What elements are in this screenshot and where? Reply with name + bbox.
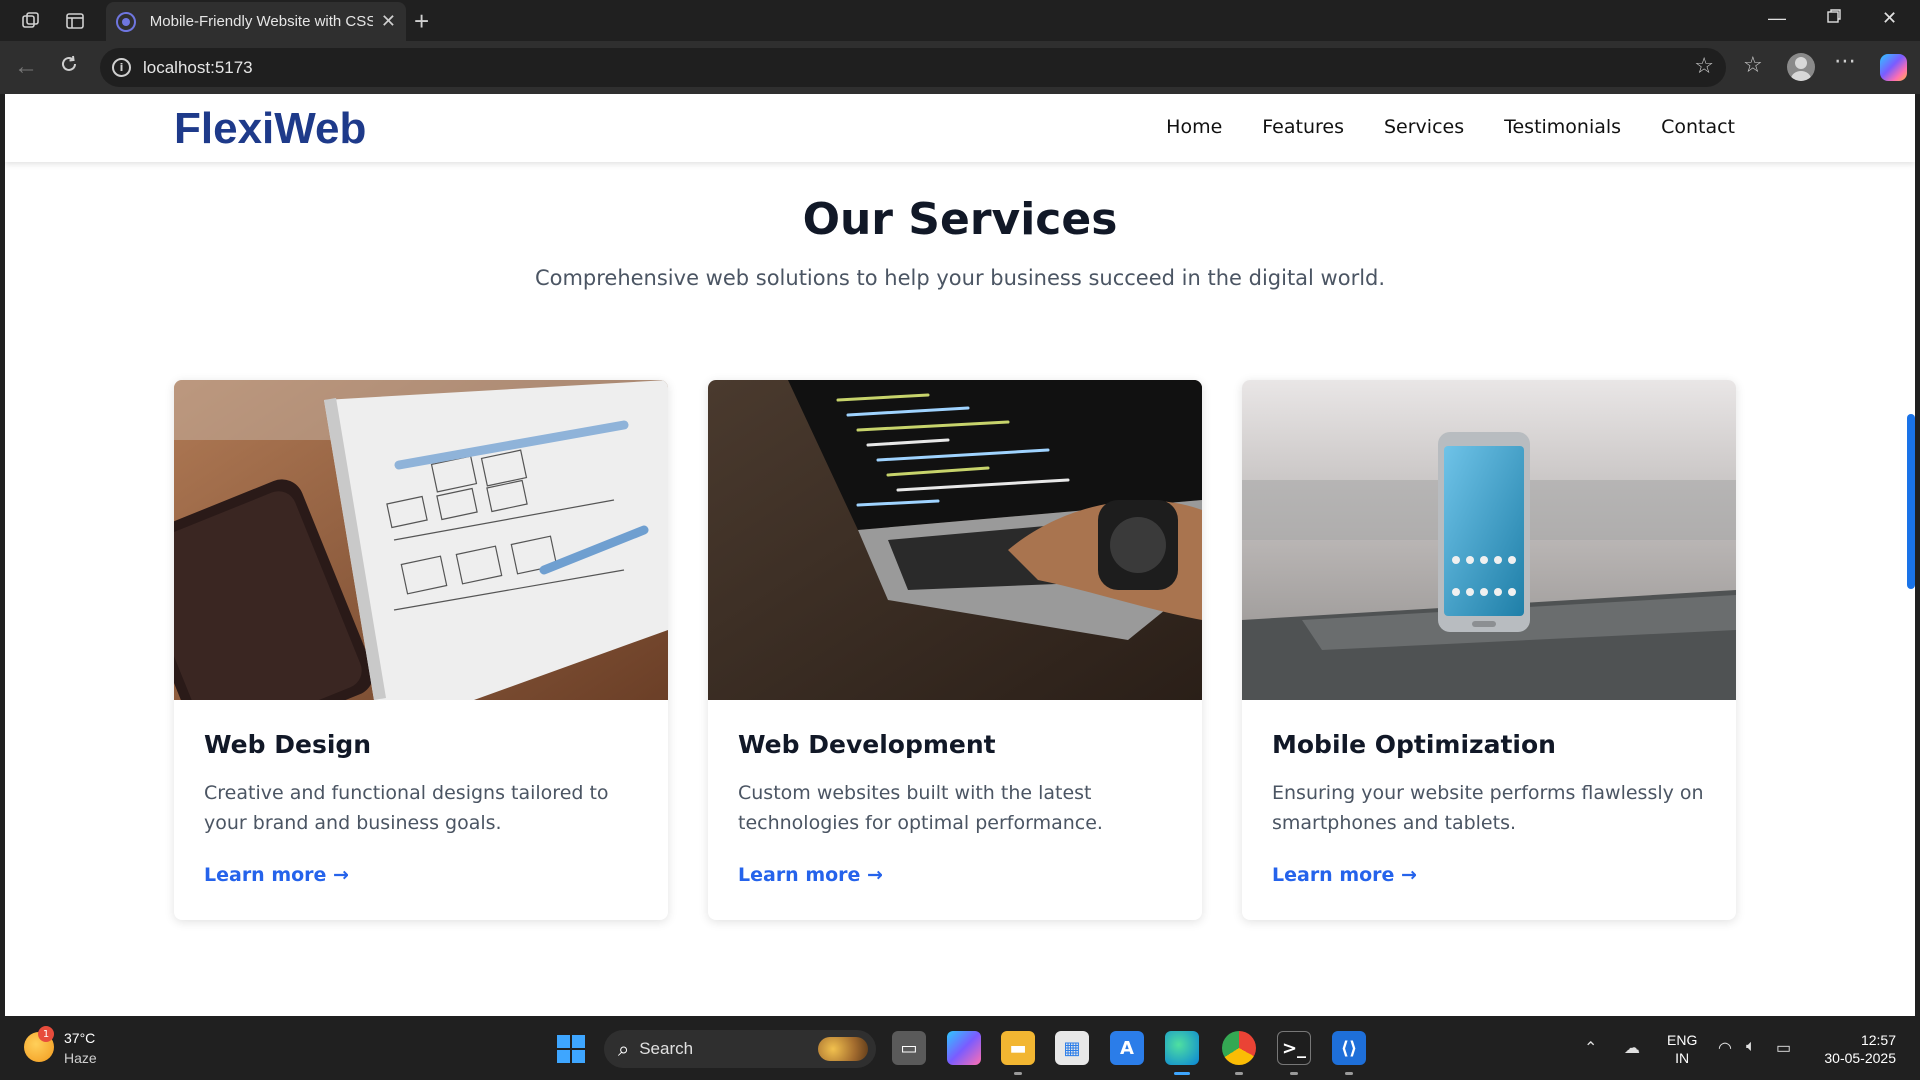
- azure-data-studio-icon[interactable]: A: [1110, 1031, 1144, 1065]
- learn-more-link[interactable]: Learn more →: [1272, 864, 1417, 886]
- nav-contact[interactable]: Contact: [1661, 116, 1735, 138]
- minimize-icon[interactable]: —: [1768, 8, 1786, 29]
- vscode-running-indicator: [1345, 1072, 1353, 1075]
- language-code: ENG: [1667, 1032, 1698, 1048]
- taskbar-search[interactable]: ⌕ Search: [604, 1030, 876, 1068]
- card-title: Web Design: [204, 730, 372, 759]
- battery-icon[interactable]: ▭: [1776, 1038, 1791, 1058]
- clock-time: 12:57: [1860, 1032, 1896, 1048]
- terminal-icon[interactable]: >_: [1277, 1031, 1311, 1065]
- new-tab-icon[interactable]: +: [414, 6, 429, 37]
- page-viewport: FlexiWeb Home Features Services Testimon…: [5, 94, 1915, 1016]
- file-explorer-icon[interactable]: ▬: [1001, 1031, 1035, 1065]
- tab-title: Mobile-Friendly Website with CSS: [149, 13, 373, 30]
- clock-date: 30-05-2025: [1824, 1050, 1896, 1066]
- laptop-coding-photo: [708, 380, 1202, 700]
- browser-tab-active[interactable]: Mobile-Friendly Website with CSS ✕: [106, 2, 406, 41]
- terminal-running-indicator: [1290, 1072, 1298, 1075]
- volume-icon[interactable]: 🔈︎: [1746, 1038, 1756, 1056]
- section-title: Our Services: [802, 194, 1118, 245]
- site-header: FlexiWeb Home Features Services Testimon…: [5, 94, 1915, 162]
- restore-icon[interactable]: [1826, 8, 1842, 29]
- card-description: Custom websites built with the latest te…: [738, 782, 1103, 834]
- language-indicator[interactable]: ENG IN: [1667, 1031, 1697, 1067]
- chrome-running-indicator: [1235, 1072, 1243, 1075]
- onedrive-icon[interactable]: ☁: [1624, 1038, 1640, 1058]
- more-options-icon[interactable]: ⋯: [1834, 49, 1856, 74]
- favorite-star-icon[interactable]: ☆: [1694, 54, 1714, 79]
- windows-taskbar: 1 37°C Haze ⌕ Search ▭ ▬ ▦ A >_ ⟨⟩ ⌃ ☁ E…: [0, 1016, 1920, 1080]
- file-explorer-running-indicator: [1014, 1072, 1022, 1075]
- learn-more-link[interactable]: Learn more →: [204, 864, 349, 886]
- site-info-icon[interactable]: i: [112, 58, 131, 77]
- page-scrollbar[interactable]: [1907, 414, 1915, 589]
- microsoft-store-icon[interactable]: ▦: [1055, 1031, 1089, 1065]
- vscode-icon[interactable]: ⟨⟩: [1332, 1031, 1366, 1065]
- browser-titlebar: Mobile-Friendly Website with CSS ✕ + — ✕: [0, 0, 1920, 41]
- browser-toolbar: ← i localhost:5173 ☆ ☆ ⋯: [0, 41, 1920, 94]
- site-favicon-icon: [116, 11, 136, 32]
- search-placeholder: Search: [639, 1039, 694, 1058]
- card-title: Web Development: [738, 730, 996, 759]
- service-card-web-development: Web Development Custom websites built wi…: [708, 380, 1202, 920]
- section-subtitle: Comprehensive web solutions to help your…: [534, 266, 1386, 290]
- show-hidden-icons-chevron-icon[interactable]: ⌃: [1584, 1038, 1597, 1058]
- copilot-app-icon[interactable]: [947, 1031, 981, 1065]
- copilot-icon[interactable]: [1880, 54, 1907, 81]
- main-nav: Home Features Services Testimonials Cont…: [1166, 116, 1735, 138]
- edge-browser-icon[interactable]: [1165, 1031, 1199, 1065]
- search-highlight-icon: [818, 1037, 868, 1061]
- back-icon[interactable]: ←: [14, 53, 38, 81]
- profile-avatar-icon[interactable]: [1787, 53, 1815, 81]
- service-card-web-design: Web Design Creative and functional desig…: [174, 380, 668, 920]
- wireframe-notebook-photo: [174, 380, 668, 700]
- region-code: IN: [1675, 1050, 1690, 1066]
- system-clock[interactable]: 12:57 30-05-2025: [1820, 1031, 1896, 1067]
- learn-more-link[interactable]: Learn more →: [738, 864, 883, 886]
- address-bar[interactable]: i localhost:5173 ☆: [100, 48, 1726, 87]
- task-view-icon[interactable]: ▭: [892, 1031, 926, 1065]
- weather-temperature[interactable]: 37°C: [64, 1030, 95, 1046]
- chrome-browser-icon[interactable]: [1222, 1031, 1256, 1065]
- site-logo[interactable]: FlexiWeb: [174, 104, 366, 154]
- card-description: Ensuring your website performs flawlessl…: [1272, 782, 1704, 834]
- weather-condition[interactable]: Haze: [64, 1050, 97, 1066]
- service-card-mobile-optimization: Mobile Optimization Ensuring your websit…: [1242, 380, 1736, 920]
- workspaces-icon[interactable]: [18, 8, 44, 34]
- search-icon: ⌕: [618, 1037, 630, 1061]
- edge-active-indicator: [1174, 1072, 1190, 1075]
- vertical-tabs-icon[interactable]: [62, 8, 88, 34]
- nav-services[interactable]: Services: [1384, 116, 1464, 138]
- nav-home[interactable]: Home: [1166, 116, 1222, 138]
- refresh-icon[interactable]: [58, 53, 80, 82]
- card-title: Mobile Optimization: [1272, 730, 1556, 759]
- close-tab-icon[interactable]: ✕: [381, 11, 396, 32]
- weather-badge: 1: [38, 1026, 54, 1042]
- url-text[interactable]: localhost:5173: [143, 58, 253, 78]
- start-button[interactable]: [557, 1035, 585, 1063]
- close-window-icon[interactable]: ✕: [1882, 8, 1897, 29]
- nav-features[interactable]: Features: [1262, 116, 1344, 138]
- smartphone-on-bench-photo: [1242, 380, 1736, 700]
- favorites-icon[interactable]: ☆: [1743, 53, 1763, 78]
- nav-testimonials[interactable]: Testimonials: [1504, 116, 1621, 138]
- card-description: Creative and functional designs tailored…: [204, 782, 609, 834]
- wifi-icon[interactable]: ◠: [1718, 1038, 1732, 1058]
